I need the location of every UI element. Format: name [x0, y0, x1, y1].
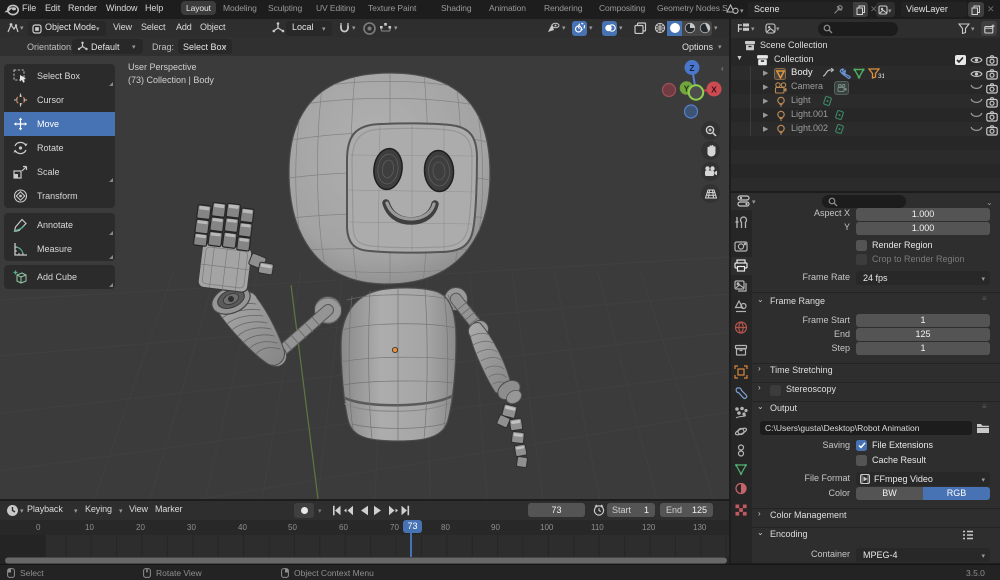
svg-text:X: X	[711, 85, 717, 95]
svg-text:31: 31	[878, 73, 884, 79]
svg-text:Z: Z	[689, 63, 694, 73]
